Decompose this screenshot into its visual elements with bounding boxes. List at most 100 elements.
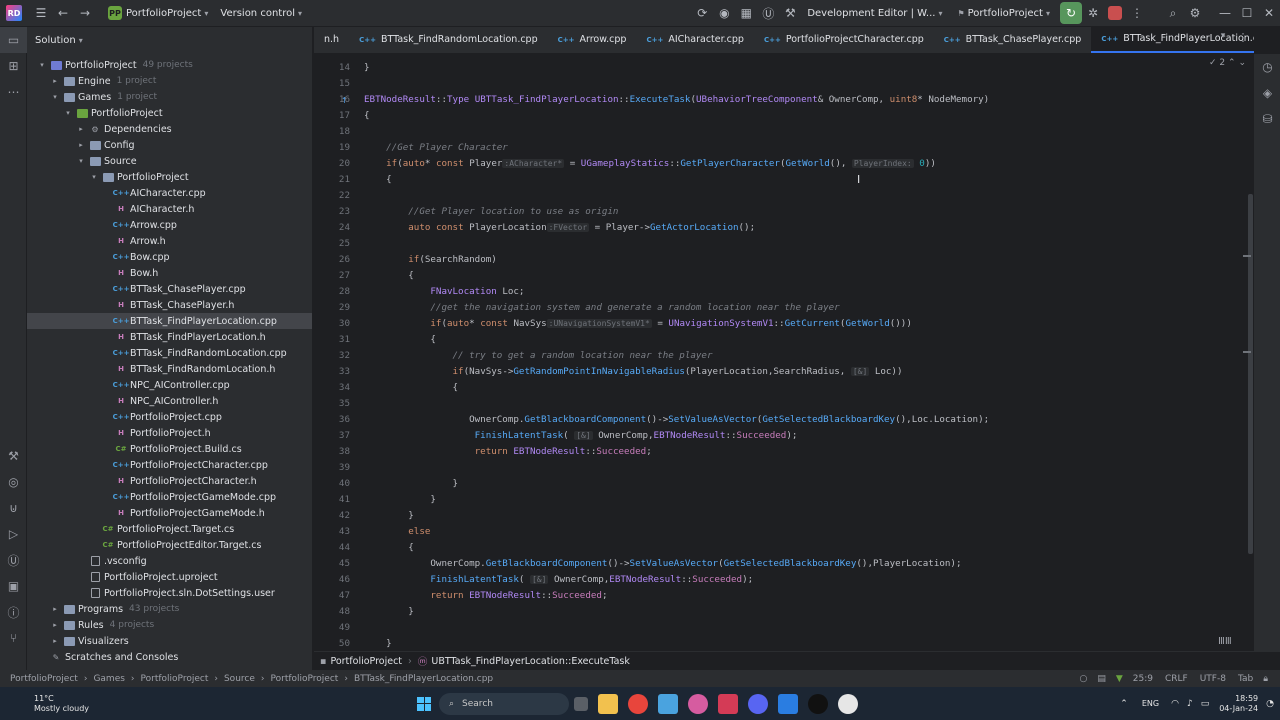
collapsed-chevron-icon[interactable]: ▸ <box>50 77 60 85</box>
code-line[interactable]: 38 return EBTNodeResult::Succeeded; <box>314 444 1254 460</box>
github-icon[interactable] <box>838 693 858 714</box>
notifications-icon[interactable]: ◷ <box>1254 54 1280 80</box>
project-selector[interactable]: PP PortfolioProject ▾ <box>102 0 214 27</box>
search-icon[interactable]: ⌕ <box>1162 2 1184 24</box>
hammer-icon[interactable]: ⚒ <box>0 443 27 469</box>
editor-tab[interactable]: n.h <box>314 27 349 53</box>
indent-setting[interactable]: Tab <box>1238 674 1253 684</box>
code-line[interactable]: 30 if(auto* const NavSys:UNavigationSyst… <box>314 316 1254 332</box>
settings-gear-icon[interactable]: ⚙ <box>1184 2 1206 24</box>
code-line[interactable]: 14} <box>314 60 1254 76</box>
tree-item[interactable]: C++ AICharacter.cpp <box>27 185 312 201</box>
code-line[interactable]: 35 <box>314 396 1254 412</box>
tree-item[interactable]: C++ PortfolioProject.cpp <box>27 409 312 425</box>
target-selector[interactable]: ⚑ PortfolioProject ▾ <box>948 0 1056 27</box>
code-line[interactable]: 33 if(NavSys->GetRandomPointInNavigableR… <box>314 364 1254 380</box>
structure-icon[interactable]: ⊞ <box>0 53 27 79</box>
tray-chevron-icon[interactable]: ⌃ <box>1120 699 1128 709</box>
problems-icon[interactable]: ⓘ <box>0 599 27 625</box>
tree-item[interactable]: C# PortfolioProject.Build.cs <box>27 441 312 457</box>
tree-item[interactable]: ✎ Scratches and Consoles <box>27 649 312 665</box>
unreal-log-icon[interactable]: Ⓤ <box>0 547 27 573</box>
tree-item[interactable]: H PortfolioProjectCharacter.h <box>27 473 312 489</box>
code-line[interactable]: 45 OwnerComp.GetBlackboardComponent()->S… <box>314 556 1254 572</box>
code-line[interactable]: 15 <box>314 76 1254 92</box>
collapsed-chevron-icon[interactable]: ▸ <box>50 637 60 645</box>
code-line[interactable]: 26 if(SearchRandom) <box>314 252 1254 268</box>
circle-status-icon[interactable]: ○ <box>1079 674 1087 684</box>
tree-item[interactable]: ▾ Source <box>27 153 312 169</box>
tree-item[interactable]: .vsconfig <box>27 553 312 569</box>
more-vertical-icon[interactable]: ⋮ <box>1126 2 1148 24</box>
tree-item[interactable]: H NPC_AIController.h <box>27 393 312 409</box>
path-segment[interactable]: PortfolioProject <box>10 674 78 684</box>
store-icon[interactable] <box>778 693 798 714</box>
unreal-icon[interactable]: Ⓤ <box>757 2 779 24</box>
unreal-taskbar-icon[interactable] <box>808 693 828 714</box>
code-editor[interactable]: ✓ 2 ⌃ ⌄ ↑ I ⅢⅢ 14} 15 16 EBTNodeResult::Typ… <box>314 54 1254 651</box>
code-line[interactable]: 43 else <box>314 524 1254 540</box>
tree-item[interactable]: H BTTask_FindPlayerLocation.h <box>27 329 312 345</box>
discord-icon[interactable] <box>748 693 768 714</box>
media-icon[interactable] <box>688 693 708 714</box>
code-line[interactable]: 27 { <box>314 268 1254 284</box>
code-line[interactable]: 18 <box>314 124 1254 140</box>
database-icon[interactable]: ⛁ <box>1254 106 1280 132</box>
tab-overflow-icon[interactable]: ▾ <box>1214 31 1232 49</box>
code-vision-icon[interactable]: ▤ <box>1097 674 1106 684</box>
main-menu-icon[interactable]: ☰ <box>30 2 52 24</box>
task-view-icon[interactable] <box>574 696 588 711</box>
gamepad-icon[interactable]: ◉ <box>713 2 735 24</box>
collapsed-chevron-icon[interactable]: ▸ <box>50 621 60 629</box>
photos-icon[interactable] <box>658 693 678 714</box>
code-line[interactable]: 47 return EBTNodeResult::Succeeded; <box>314 588 1254 604</box>
tree-item[interactable]: ▾ PortfolioProject <box>27 169 312 185</box>
battery-icon[interactable]: ▭ <box>1201 699 1210 709</box>
weather-widget[interactable]: 11°C Mostly cloudy <box>34 694 89 714</box>
code-line[interactable]: 21 { <box>314 172 1254 188</box>
inspection-ok-icon[interactable]: ▼ <box>1116 674 1123 684</box>
code-line[interactable]: 28 FNavLocation Loc; <box>314 284 1254 300</box>
tree-item[interactable]: C++ NPC_AIController.cpp <box>27 377 312 393</box>
tree-item[interactable]: C++ BTTask_FindRandomLocation.cpp <box>27 345 312 361</box>
back-arrow-icon[interactable]: ← <box>52 2 74 24</box>
editor-tab[interactable]: C++ AICharacter.cpp <box>636 27 754 53</box>
tree-item[interactable]: PortfolioProject.sln.DotSettings.user <box>27 585 312 601</box>
code-line[interactable]: 24 auto const PlayerLocation:FVector = P… <box>314 220 1254 236</box>
unit-test-icon[interactable]: ⊍ <box>0 495 27 521</box>
cursor-position[interactable]: 25:9 <box>1133 674 1153 684</box>
tree-item[interactable]: C++ Arrow.cpp <box>27 217 312 233</box>
code-line[interactable]: 32 // try to get a random location near … <box>314 348 1254 364</box>
tree-item[interactable]: H Bow.h <box>27 265 312 281</box>
code-line[interactable]: 20 if(auto* const Player:ACharacter* = U… <box>314 156 1254 172</box>
notification-icon[interactable]: ◔ <box>1266 699 1274 709</box>
code-line[interactable]: 17 { <box>314 108 1254 124</box>
minimize-icon[interactable]: — <box>1214 2 1236 24</box>
file-encoding[interactable]: UTF-8 <box>1200 674 1226 684</box>
code-line[interactable]: 19 //Get Player Character <box>314 140 1254 156</box>
code-line[interactable]: 29 //get the navigation system and gener… <box>314 300 1254 316</box>
git-icon[interactable]: ⑂ <box>0 625 27 651</box>
code-line[interactable]: 41 } <box>314 492 1254 508</box>
tree-item[interactable]: ▸ Visualizers <box>27 633 312 649</box>
tree-item[interactable]: ▸ ⚙ Dependencies <box>27 121 312 137</box>
path-segment[interactable]: PortfolioProject <box>271 674 339 684</box>
code-line[interactable]: 36 OwnerComp.GetBlackboardComponent()->S… <box>314 412 1254 428</box>
forward-arrow-icon[interactable]: → <box>74 2 96 24</box>
version-control-menu[interactable]: Version control ▾ <box>214 0 308 27</box>
code-line[interactable]: 34 { <box>314 380 1254 396</box>
build-icon[interactable]: ⚒ <box>779 2 801 24</box>
tree-item[interactable]: C++ BTTask_ChasePlayer.cpp <box>27 281 312 297</box>
code-line[interactable]: 25 <box>314 236 1254 252</box>
maximize-icon[interactable]: ☐ <box>1236 2 1258 24</box>
grid-icon[interactable]: ▦ <box>735 2 757 24</box>
tree-item[interactable]: H BTTask_FindRandomLocation.h <box>27 361 312 377</box>
run-configuration-selector[interactable]: Development Editor | W... ▾ <box>801 0 948 27</box>
path-segment[interactable]: Source <box>224 674 255 684</box>
editor-tab[interactable]: C++ BTTask_FindRandomLocation.cpp <box>349 27 548 53</box>
close-icon[interactable]: ✕ <box>1258 2 1280 24</box>
tree-item[interactable]: ▾ Games 1 project <box>27 89 312 105</box>
expanded-chevron-icon[interactable]: ▾ <box>63 109 73 117</box>
taskbar-search-box[interactable]: ⌕ Search <box>439 692 569 715</box>
code-line[interactable]: 44 { <box>314 540 1254 556</box>
